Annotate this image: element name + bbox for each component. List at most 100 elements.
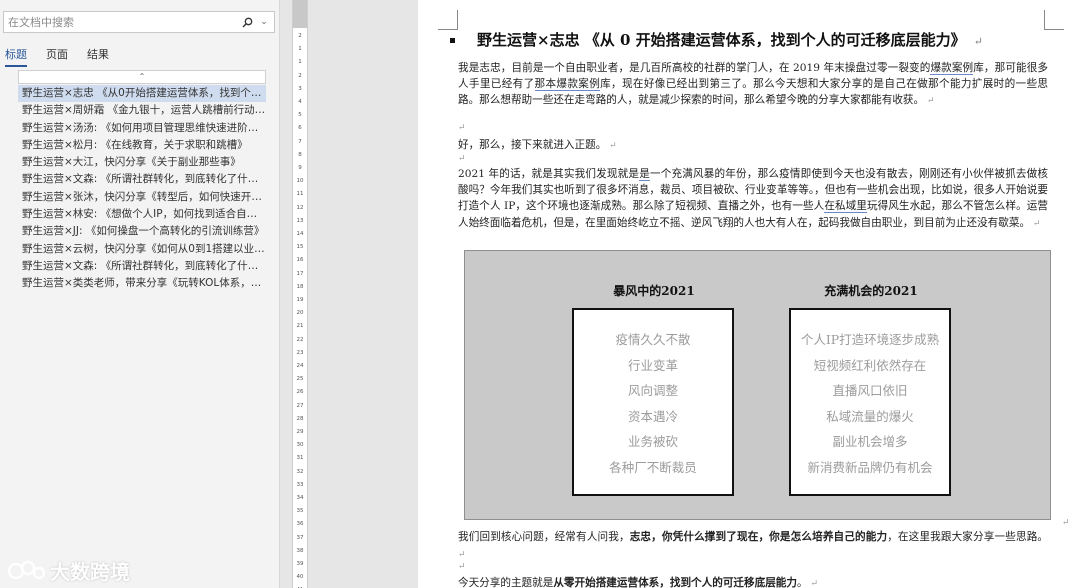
- ruler-tick-label: 10: [296, 178, 304, 185]
- paragraph-transition[interactable]: 好，那么，接下来就进入正题。 ↵: [458, 137, 1048, 154]
- text-run: 从零开始搭建运营体系，找到个人的可迁移底层能力: [553, 577, 797, 588]
- paragraph-mark: ↵: [807, 579, 818, 588]
- ruler-tick-label: 24: [296, 363, 304, 369]
- ruler-tick-label: 7: [298, 138, 302, 145]
- ruler-tick-label: 34: [296, 495, 304, 501]
- comparison-image[interactable]: 暴风中的2021 疫情久久不散 行业变革 风向调整 资本遇冷 业务被砍 各种厂不断裁员 充…: [464, 250, 1051, 520]
- ruler-tick-label: 16: [296, 257, 304, 264]
- heading-item[interactable]: 野生运营×林安: 《想做个人IP，如何找到适合自己的定位》: [18, 206, 266, 223]
- ruler-tick-label: 33: [296, 481, 304, 488]
- vertical-ruler[interactable]: 2 1 1 2 3 4 5 6 7 8 9 10 11 12 13 14 15 16 17 18 19 20 21 22 23 2…: [292, 0, 308, 588]
- ruler-tick-label: 35: [296, 508, 304, 515]
- text-run: 志忠，你凭什么撑到了现在，你是怎么培养自己的能力: [629, 531, 888, 543]
- heading-item[interactable]: 野生运营×文森: 《所谓社群转化，到底转化了什么》: [18, 171, 266, 188]
- ruler-tick-label: 36: [296, 521, 304, 528]
- heading-item[interactable]: 野生运营×大江，快闪分享《关于副业那些事》: [18, 154, 266, 171]
- ruler-tick-label: 30: [296, 442, 304, 449]
- collapse-all-icon[interactable]: ⌃: [18, 70, 266, 84]
- figure-list-item: 直播风口依旧: [832, 383, 908, 398]
- heading-item[interactable]: 野生运营×松月: 《在线教育，关于求职和跳槽》: [18, 137, 266, 154]
- figure-list-item: 疫情久久不散: [615, 332, 691, 347]
- paragraph-mark: ↵: [1062, 518, 1070, 528]
- figure-list-item: 新消费新品牌仍有机会: [807, 459, 933, 475]
- logo-icon: [8, 560, 46, 579]
- ruler-tick-label: 8: [298, 151, 302, 158]
- figure-list-item: 私域流量的爆火: [826, 408, 914, 424]
- empty-paragraph: ↵: [458, 154, 466, 164]
- left-column-box: 疫情久久不散 行业变革 风向调整 资本遇冷 业务被砍 各种厂不断裁员: [572, 308, 734, 496]
- ruler-tick-label: 37: [296, 534, 304, 541]
- heading-list: 野生运营×志忠 《从0开始搭建运营体系，找到个人的可迁移底层能力》野生运营×周妍…: [18, 85, 266, 293]
- paragraph-core-question[interactable]: 我们回到核心问题，经常有人问我，志忠，你凭什么撑到了现在，你是怎么培养自己的能力…: [458, 529, 1048, 563]
- ruler-tick-label: 5: [298, 112, 302, 119]
- heading-item[interactable]: 野生运营×文森: 《所谓社群转化，到底转化了什么》: [18, 258, 266, 275]
- ruler-tick-label: 4: [298, 99, 302, 105]
- chevron-down-icon[interactable]: ⌄: [258, 17, 270, 27]
- ruler-margin: [293, 0, 307, 28]
- text-run: ，在这里我跟大家分享一些思路。: [887, 531, 1049, 543]
- document-heading[interactable]: 野生运营×志忠 《从 0 开始搭建运营体系，找到个人的可迁移底层能力》 ↵: [450, 29, 983, 50]
- figure-list-item: 个人IP打造环境逐步成熟: [800, 332, 940, 347]
- ruler-tick-label: 20: [296, 310, 304, 317]
- ruler-tick-label: 29: [296, 429, 304, 435]
- paragraph-text: 好，那么，接下来就进入正题。: [458, 139, 607, 151]
- paragraph-mark: ↵: [924, 96, 935, 107]
- paragraph-2021[interactable]: 2021 年的话，就是其实我们发现就是是一个充满风暴的年份，那么疫情即使到今天也…: [458, 166, 1048, 232]
- ruler-tick-label: 1: [298, 46, 302, 53]
- ruler-tick-label: 3: [298, 85, 302, 92]
- text-run: 2021 年的话，就是其实我们发现就是: [458, 168, 640, 180]
- ruler-tick-label: 32: [296, 468, 304, 475]
- figure-list-item: 各种厂不断裁员: [609, 459, 697, 475]
- heading-item[interactable]: 野生运营×云树，快闪分享《如何从0到1搭建以业务为导向的社群》: [18, 241, 266, 258]
- heading-item[interactable]: 野生运营×汤汤: 《如何用项目管理思维快速进阶高级运营》: [18, 120, 266, 137]
- left-column-title: 暴风中的2021: [613, 284, 695, 298]
- ruler-tick-label: 19: [296, 297, 304, 303]
- paragraph-mark: ↵: [973, 35, 983, 48]
- watermark-logo: 大数跨境: [8, 556, 130, 585]
- text-run: 爆款案例: [930, 62, 974, 75]
- figure-list-item: 短视频红利依然存在: [813, 357, 927, 373]
- ruler-tick-label: 6: [298, 125, 302, 132]
- search-box[interactable]: ⌄: [3, 11, 275, 33]
- search-icon[interactable]: [240, 15, 254, 29]
- ruler-tick-label: 12: [296, 204, 304, 211]
- paragraph-topic[interactable]: 今天分享的主题就是从零开始搭建运营体系，找到个人的可迁移底层能力。 ↵: [458, 575, 1048, 588]
- heading-item[interactable]: 野生运营×志忠 《从0开始搭建运营体系，找到个人的可迁移底层能力》: [18, 85, 266, 103]
- heading-item[interactable]: 野生运营×类类老师，带来分享《玩转KOL体系，让品牌声量倍增》: [18, 275, 266, 292]
- paragraph-intro[interactable]: 我是志忠，目前是一个自由职业者，是几百所高校的社群的掌门人，在 2019 年末操…: [458, 60, 1048, 110]
- search-input[interactable]: [4, 15, 240, 29]
- nav-tabs: 标题 页面 结果: [5, 46, 128, 67]
- figure-list-item: 副业机会增多: [832, 434, 908, 449]
- empty-paragraph: ↵: [458, 562, 466, 572]
- ruler-tick-label: 15: [296, 244, 304, 251]
- paragraph-mark: ↵: [458, 550, 466, 561]
- text-run: 是: [639, 168, 650, 181]
- heading-item[interactable]: 野生运营×周妍霜 《金九银十，运营人跳槽前行动指南》: [18, 102, 266, 119]
- ruler-tick-label: 40: [296, 574, 304, 581]
- ruler-tick-label: 1: [298, 59, 302, 66]
- ruler-tick-label: 2: [298, 33, 302, 39]
- ruler-tick-label: 31: [296, 455, 304, 462]
- ruler-tick-label: 28: [296, 415, 304, 422]
- crop-mark: [438, 10, 458, 30]
- text-run: 我是志忠，目前是一个自由职业者，是几百所高校的社群的掌门人，在 2019 年末操…: [458, 62, 931, 74]
- tab-results[interactable]: 结果: [87, 46, 109, 67]
- document-page[interactable]: 野生运营×志忠 《从 0 开始搭建运营体系，找到个人的可迁移底层能力》 ↵ 我是志…: [418, 0, 1080, 588]
- tab-pages[interactable]: 页面: [46, 46, 68, 67]
- ruler-tick-label: 21: [296, 323, 304, 330]
- ruler-tick-label: 13: [296, 217, 304, 224]
- text-run: 在私域里: [824, 200, 867, 214]
- heading-item[interactable]: 野生运营×JJ: 《如何操盘一个高转化的引流训练营》: [18, 223, 266, 240]
- ruler-tick-label: 17: [296, 270, 304, 277]
- ruler-tick-label: 23: [296, 349, 304, 356]
- ruler-tick-label: 18: [296, 283, 304, 290]
- watermark-text: 大数跨境: [50, 560, 130, 584]
- ruler-tick-label: 25: [296, 376, 304, 383]
- ruler-tick-label: 22: [296, 336, 304, 343]
- ruler-tick-label: 27: [296, 402, 304, 409]
- ruler-tick-label: 14: [296, 231, 304, 237]
- tab-headings[interactable]: 标题: [5, 46, 27, 67]
- ruler-tick-label: 2: [298, 72, 302, 79]
- paragraph-mark: ↵: [1030, 218, 1041, 229]
- heading-item[interactable]: 野生运营×张沐，快闪分享《转型后，如何快速开展工作》: [18, 189, 266, 206]
